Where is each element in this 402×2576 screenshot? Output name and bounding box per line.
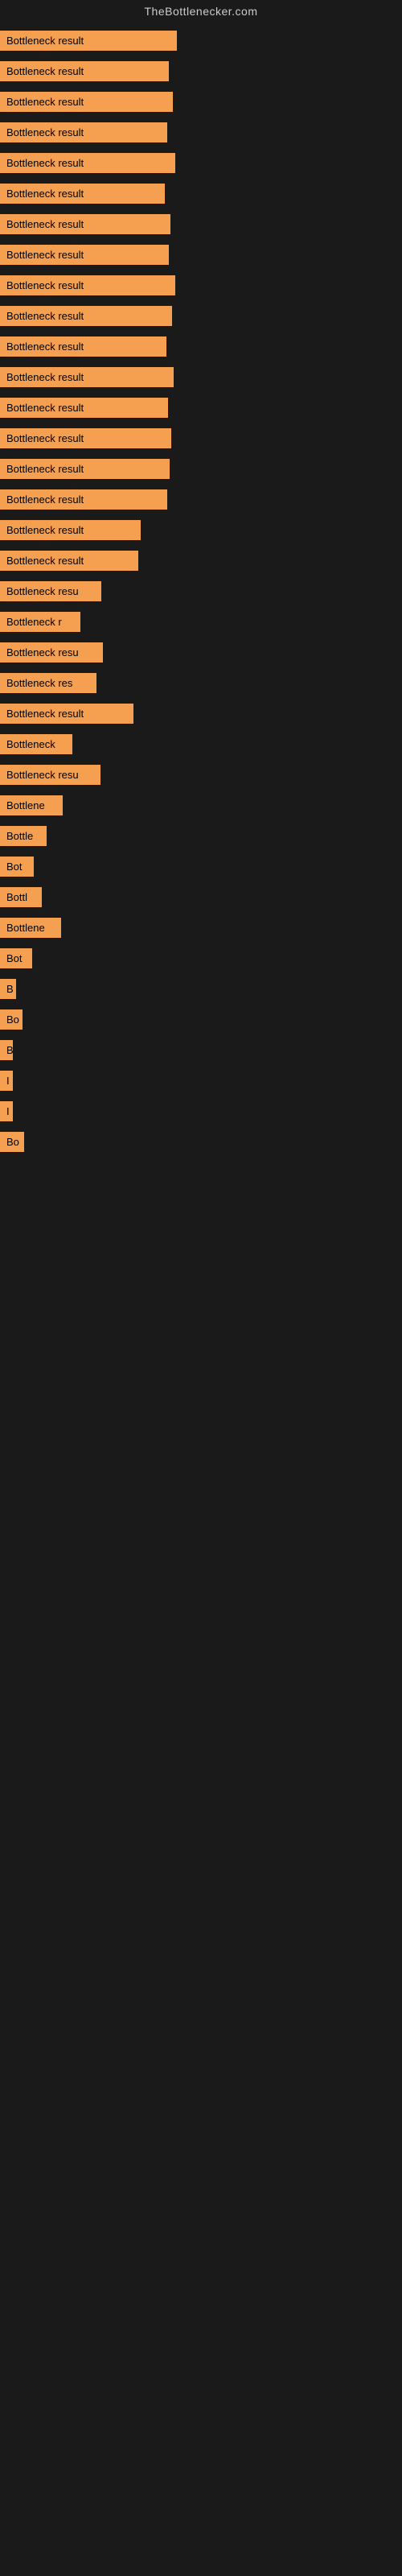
bar-row: Bottleneck res: [0, 670, 402, 700]
bottleneck-bar: Bottlene: [0, 795, 63, 815]
bottleneck-bar: Bottleneck result: [0, 336, 166, 357]
bar-row: B: [0, 1037, 402, 1067]
site-title: TheBottlenecker.com: [0, 0, 402, 21]
bar-row: Bottleneck result: [0, 242, 402, 272]
bottleneck-bar: Bottlene: [0, 918, 61, 938]
bar-row: B: [0, 976, 402, 1006]
bottleneck-bar: Bottleneck result: [0, 489, 167, 510]
bottleneck-bar: Bot: [0, 857, 34, 877]
bottleneck-bar: Bottleneck result: [0, 122, 167, 142]
bottleneck-bar: Bottleneck result: [0, 520, 141, 540]
bottleneck-bar: I: [0, 1071, 13, 1091]
bar-row: I: [0, 1098, 402, 1129]
bar-row: Bottleneck result: [0, 150, 402, 180]
bottleneck-bar: Bottleneck resu: [0, 765, 100, 785]
bar-row: Bottl: [0, 884, 402, 914]
bottleneck-bar: I: [0, 1101, 13, 1121]
bar-row: Bottlene: [0, 914, 402, 945]
bottleneck-bar: Bottleneck result: [0, 214, 170, 234]
bar-row: Bottleneck resu: [0, 578, 402, 609]
bar-row: I: [0, 1067, 402, 1098]
bar-row: Bottleneck result: [0, 303, 402, 333]
bottleneck-bar: Bot: [0, 948, 32, 968]
bar-row: Bottleneck resu: [0, 762, 402, 792]
bar-row: Bottleneck result: [0, 394, 402, 425]
bar-row: Bo: [0, 1129, 402, 1159]
bottleneck-bar: Bottleneck result: [0, 459, 170, 479]
bottleneck-bar: Bottleneck result: [0, 306, 172, 326]
bar-row: Bottleneck resu: [0, 639, 402, 670]
bottleneck-bar: Bottleneck result: [0, 61, 169, 81]
bar-row: Bottleneck result: [0, 456, 402, 486]
bottleneck-bar: Bottleneck result: [0, 153, 175, 173]
bar-row: Bottleneck: [0, 731, 402, 762]
bar-row: Bo: [0, 1006, 402, 1037]
bottleneck-bar: Bottleneck result: [0, 398, 168, 418]
bottleneck-bar: Bottleneck result: [0, 367, 174, 387]
bar-row: Bottleneck r: [0, 609, 402, 639]
bottleneck-bar: Bottleneck result: [0, 428, 171, 448]
bottleneck-bar: Bottleneck result: [0, 275, 175, 295]
bar-row: Bottlene: [0, 792, 402, 823]
bottleneck-bar: Bottleneck result: [0, 551, 138, 571]
bar-row: Bottleneck result: [0, 486, 402, 517]
bar-row: Bottleneck result: [0, 700, 402, 731]
bar-row: Bot: [0, 853, 402, 884]
bottleneck-bar: Bo: [0, 1009, 23, 1030]
bottleneck-bar: Bottleneck: [0, 734, 72, 754]
bar-row: Bottleneck result: [0, 364, 402, 394]
bar-row: Bottleneck result: [0, 272, 402, 303]
bottleneck-bar: Bottleneck result: [0, 245, 169, 265]
bar-row: Bottleneck result: [0, 119, 402, 150]
bottleneck-bar: B: [0, 979, 16, 999]
bottleneck-bar: Bottleneck result: [0, 704, 133, 724]
bottleneck-bar: Bottle: [0, 826, 47, 846]
bar-row: Bottleneck result: [0, 517, 402, 547]
bar-row: Bottleneck result: [0, 211, 402, 242]
bar-row: Bottleneck result: [0, 58, 402, 89]
bottleneck-bar: Bottleneck r: [0, 612, 80, 632]
bar-row: Bottleneck result: [0, 547, 402, 578]
bottleneck-bar: B: [0, 1040, 13, 1060]
bar-row: Bottleneck result: [0, 180, 402, 211]
bar-row: Bottleneck result: [0, 89, 402, 119]
bottleneck-bar: Bottleneck resu: [0, 581, 101, 601]
bottleneck-bar: Bottleneck result: [0, 92, 173, 112]
bar-row: Bottle: [0, 823, 402, 853]
bar-row: Bottleneck result: [0, 333, 402, 364]
bottleneck-bar: Bottleneck result: [0, 31, 177, 51]
bottleneck-bar: Bo: [0, 1132, 24, 1152]
bars-container: Bottleneck result Bottleneck result Bottle…: [0, 21, 402, 1159]
bottleneck-bar: Bottleneck res: [0, 673, 96, 693]
bottleneck-bar: Bottl: [0, 887, 42, 907]
bottleneck-bar: Bottleneck result: [0, 184, 165, 204]
bar-row: Bot: [0, 945, 402, 976]
bar-row: Bottleneck result: [0, 27, 402, 58]
bar-row: Bottleneck result: [0, 425, 402, 456]
bottleneck-bar: Bottleneck resu: [0, 642, 103, 663]
